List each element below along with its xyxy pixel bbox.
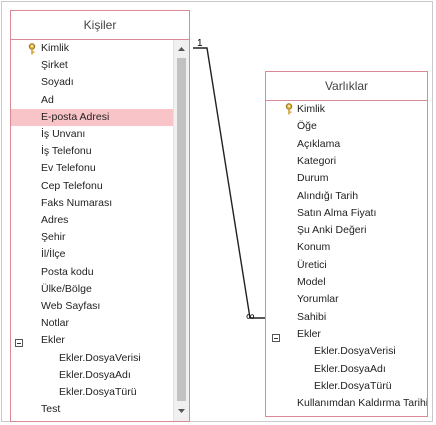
- many-side-label: ∞: [246, 309, 255, 323]
- one-side-label: 1: [197, 38, 203, 49]
- relationship-canvas: Kişiler Kimlik Şirket Soyadı Ad E-posta Adre…: [1, 1, 433, 422]
- relationship-line[interactable]: 1 ∞: [2, 2, 434, 423]
